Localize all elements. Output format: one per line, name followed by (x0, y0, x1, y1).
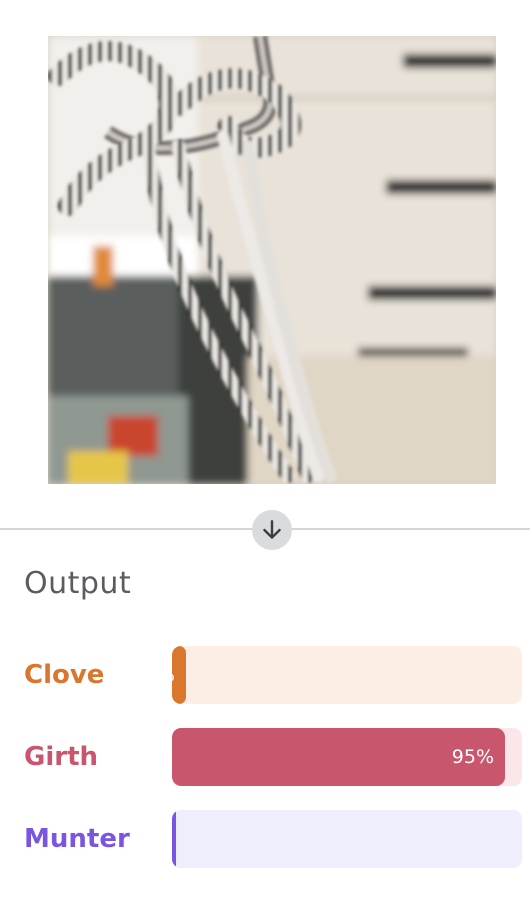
result-percent: 95% (451, 746, 494, 768)
result-row-munter: Munter 1% (0, 810, 530, 868)
result-label: Clove (24, 660, 105, 690)
result-bar-fill: 1% (172, 810, 176, 868)
result-percent: 1% (172, 828, 176, 850)
result-percent: 4% (172, 664, 186, 686)
output-title: Output (24, 566, 132, 601)
result-bar-track: 4% (172, 646, 522, 704)
result-bar-fill: 95% (172, 728, 505, 786)
arrow-down-button[interactable] (252, 510, 292, 550)
result-bar-track: 1% (172, 810, 522, 868)
result-label: Girth (24, 742, 99, 772)
result-bar-fill: 4% (172, 646, 186, 704)
result-row-clove: Clove 4% (0, 646, 530, 704)
result-bar-track: 95% (172, 728, 522, 786)
input-photo (48, 36, 496, 484)
arrow-down-icon (263, 520, 281, 539)
result-label: Munter (24, 824, 130, 854)
result-row-girth: Girth 95% (0, 728, 530, 786)
